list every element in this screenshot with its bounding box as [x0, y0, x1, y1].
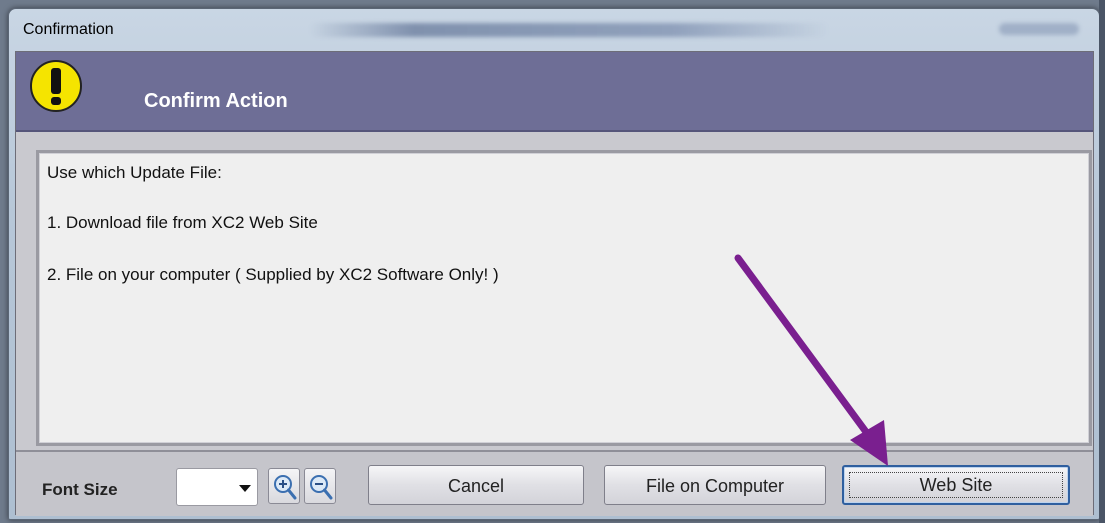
message-line-option-1: 1. Download file from XC2 Web Site	[47, 213, 318, 232]
dialog-content: Confirm Action Use which Update File: 1.…	[15, 51, 1094, 516]
confirmation-dialog: Confirmation Confirm Action Use which Up…	[8, 8, 1100, 520]
dialog-header: Confirm Action	[16, 52, 1093, 132]
chevron-down-icon	[239, 485, 251, 492]
message-line-option-2: 2. File on your computer ( Supplied by X…	[47, 265, 499, 284]
header-title: Confirm Action	[144, 90, 288, 112]
message-line-prompt: Use which Update File:	[47, 163, 222, 182]
zoom-out-button[interactable]	[304, 468, 336, 504]
background-edge	[1099, 0, 1105, 523]
warning-exclamation-icon	[30, 60, 82, 112]
cancel-button[interactable]: Cancel	[368, 465, 584, 505]
font-size-label: Font Size	[42, 480, 118, 499]
web-site-button[interactable]: Web Site	[842, 465, 1070, 505]
font-size-dropdown[interactable]	[176, 468, 258, 506]
message-panel: Use which Update File: 1. Download file …	[36, 150, 1092, 446]
blurred-background-title	[309, 23, 829, 37]
focus-indicator	[849, 472, 1063, 498]
zoom-in-button[interactable]	[268, 468, 300, 504]
window-title: Confirmation	[23, 21, 114, 38]
dialog-footer: Font Size Cancel File on Computer Web Si…	[16, 450, 1093, 516]
blurred-background-text	[999, 23, 1079, 35]
zoom-in-icon	[274, 475, 297, 500]
zoom-out-icon	[310, 475, 333, 500]
title-bar[interactable]: Confirmation	[9, 9, 1099, 51]
file-on-computer-button[interactable]: File on Computer	[604, 465, 826, 505]
